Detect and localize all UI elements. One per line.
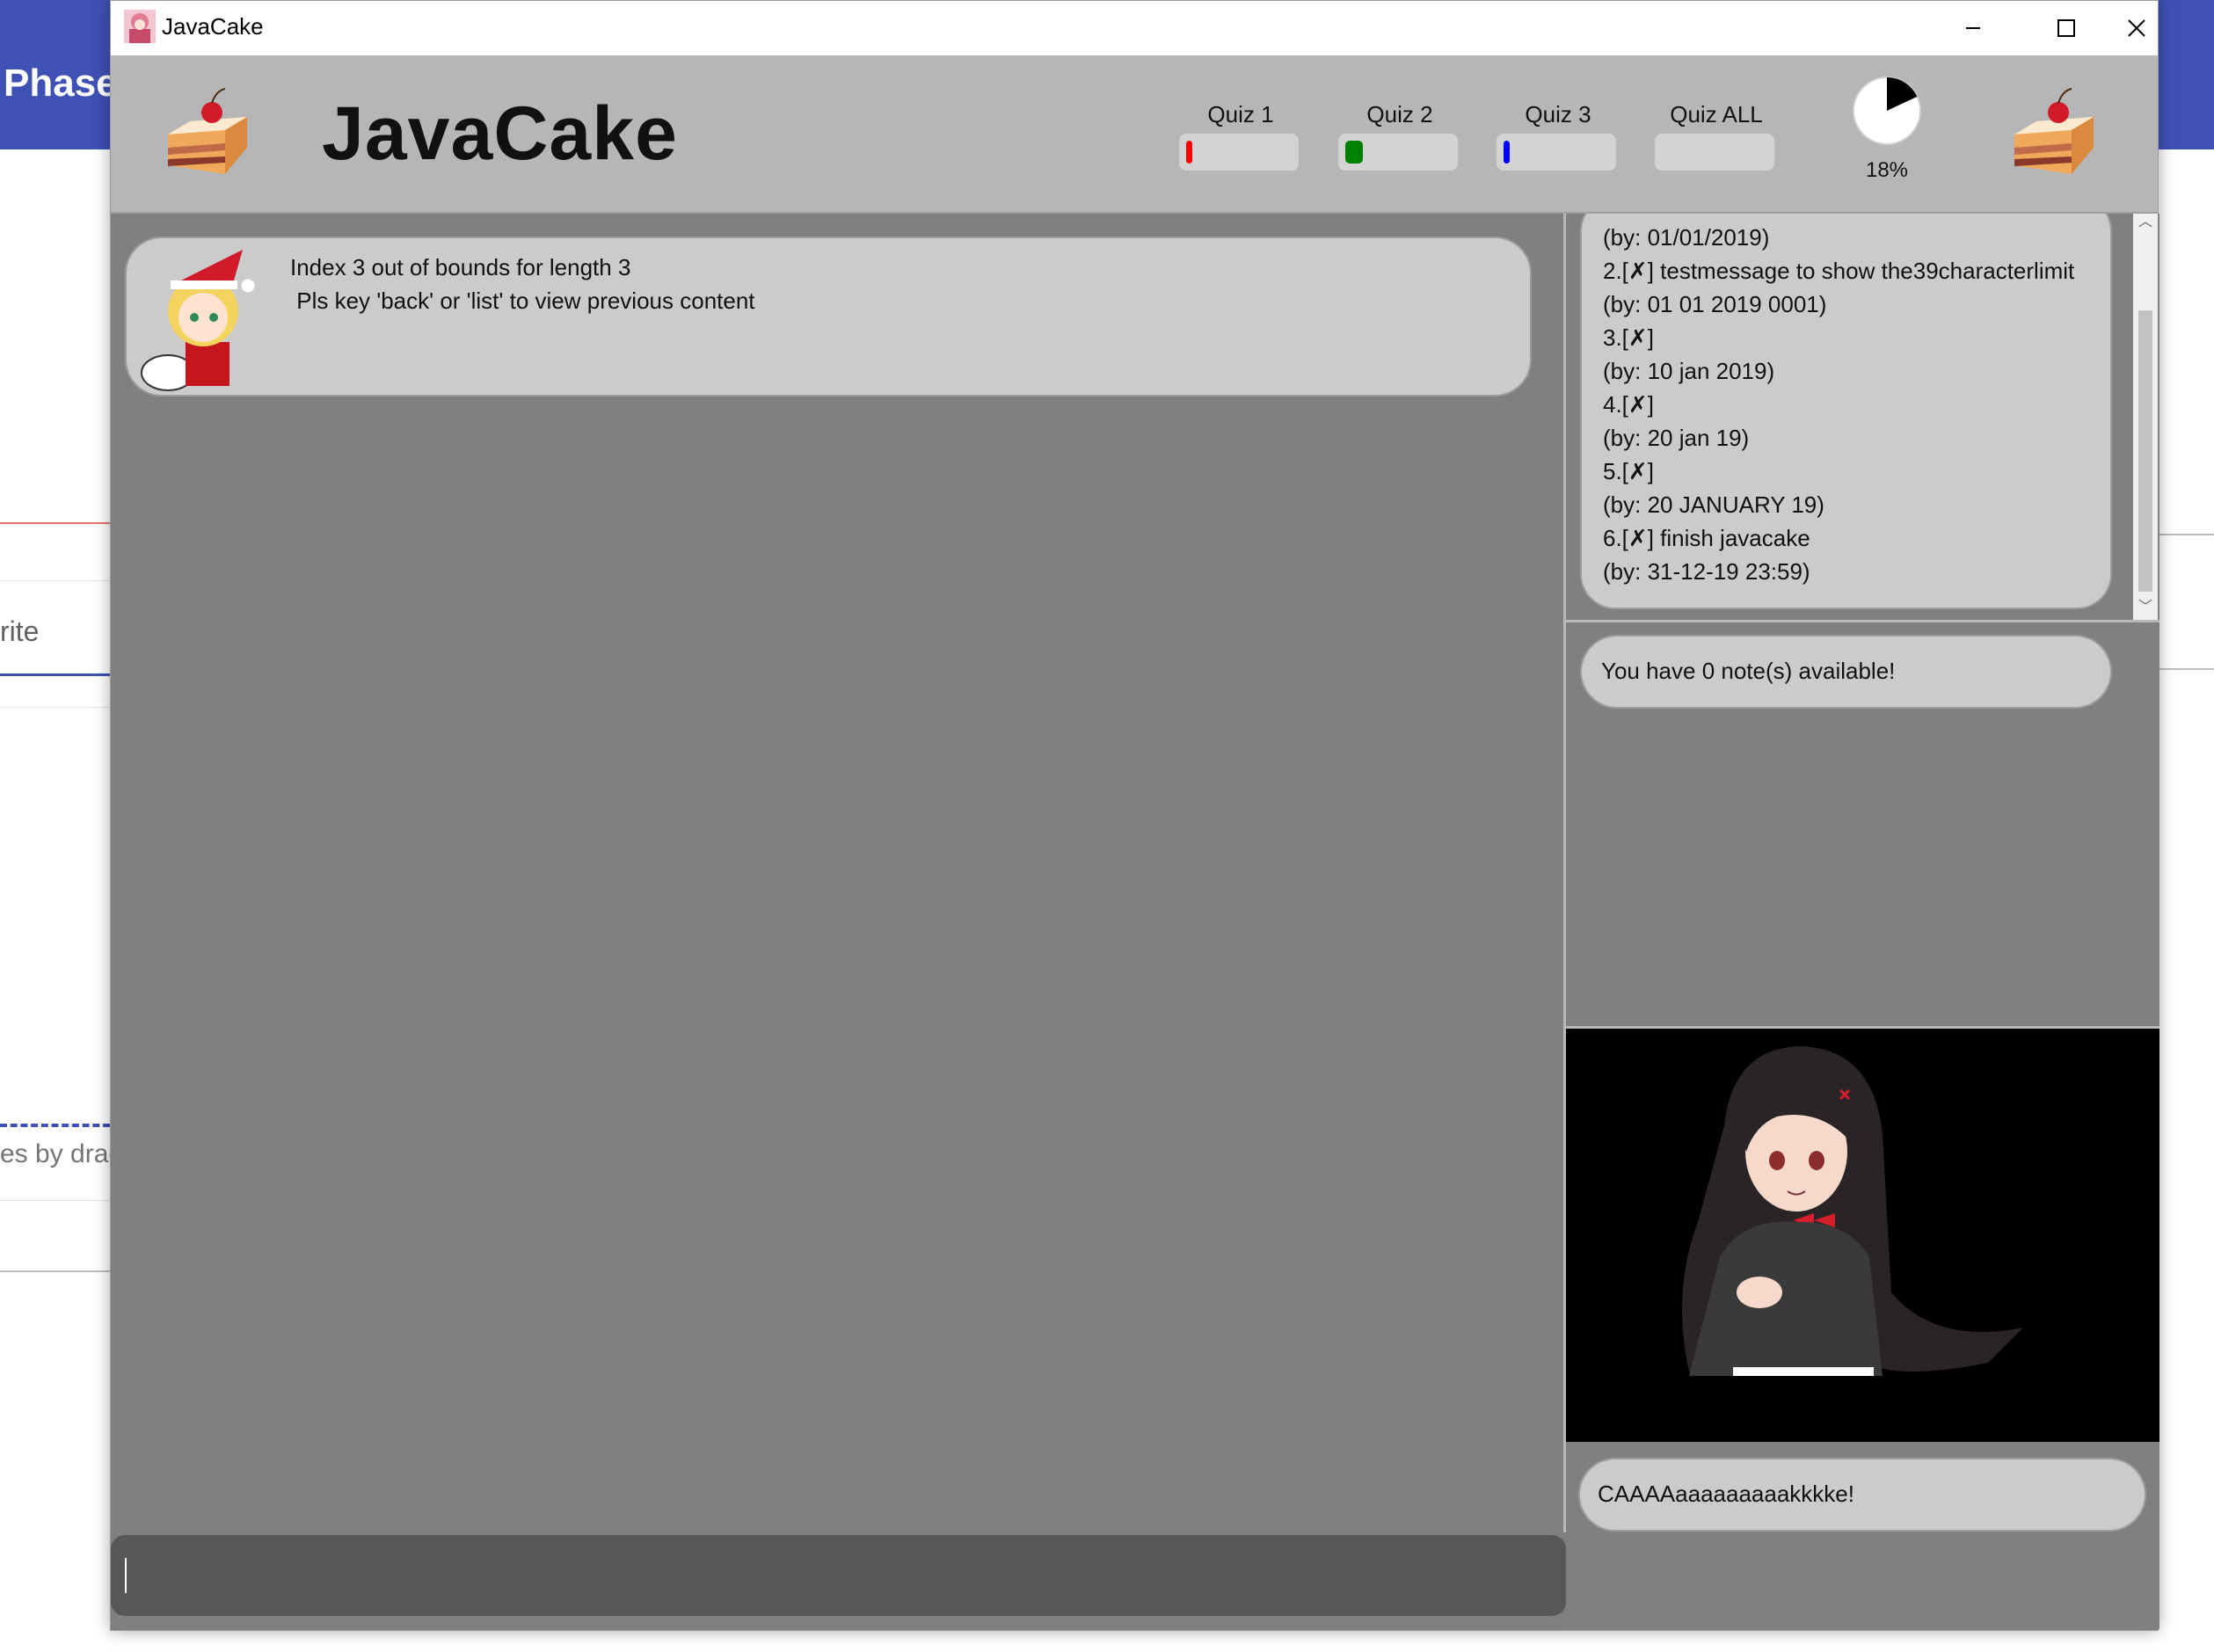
deadline-list-pane[interactable]: (by: 01/01/2019) 2.[✗] testmessage to sh… xyxy=(1566,214,2159,622)
deadline-line: 5.[✗] xyxy=(1603,458,1654,484)
close-button[interactable] xyxy=(2113,1,2159,55)
notes-pane[interactable]: You have 0 note(s) available! xyxy=(1566,622,2159,1029)
progress-pie-chart xyxy=(1853,76,1921,145)
cake-logo-icon xyxy=(2014,88,2094,174)
title-bar[interactable]: JavaCake xyxy=(111,1,2158,55)
notes-message: You have 0 note(s) available! xyxy=(1601,658,1896,684)
scroll-down-icon[interactable]: ﹀ xyxy=(2138,600,2152,615)
character-speech-bubble: CAAAAaaaaaaaaakkkke! xyxy=(1578,1458,2146,1532)
deadline-line: (by: 10 jan 2019) xyxy=(1603,358,1775,384)
deadline-line: (by: 31-12-19 23:59) xyxy=(1603,558,1810,585)
javacake-window: JavaCake JavaCake Quiz 1 Quiz 2 Quiz 3 Q… xyxy=(110,0,2159,1631)
deadline-list-bubble: (by: 01/01/2019) 2.[✗] testmessage to sh… xyxy=(1580,214,2112,609)
quiz-2-bar xyxy=(1338,134,1458,171)
close-icon xyxy=(2127,19,2145,37)
overall-progress: 18% xyxy=(1847,71,1926,183)
background-app-header-right xyxy=(2159,0,2214,149)
background-divider xyxy=(2159,534,2214,535)
cake-logo-icon xyxy=(168,88,247,174)
bot-avatar-icon xyxy=(141,250,256,391)
minimize-button[interactable] xyxy=(1926,1,2020,55)
quiz-1-progress[interactable]: Quiz 1 xyxy=(1179,101,1302,171)
character-avatar-image xyxy=(1682,1046,2023,1376)
background-dropzone-border xyxy=(0,1124,110,1127)
overall-progress-label: 18% xyxy=(1865,158,1909,182)
window-title: JavaCake xyxy=(162,13,264,40)
deadline-line: 2.[✗] testmessage to show the39character… xyxy=(1603,258,2075,284)
background-dropzone-text: es by drag xyxy=(0,1139,110,1168)
character-display xyxy=(1566,1029,2159,1442)
character-speech-text: CAAAAaaaaaaaaakkkke! xyxy=(1598,1481,1854,1507)
quiz-3-fill xyxy=(1504,141,1510,164)
app-brand-title: JavaCake xyxy=(322,91,678,176)
background-tab-indicator xyxy=(0,673,110,676)
quiz-1-bar xyxy=(1179,134,1299,171)
quiz-3-bar xyxy=(1497,134,1616,171)
deadline-line: (by: 01/01/2019) xyxy=(1603,224,1770,251)
quiz-3-label: Quiz 3 xyxy=(1525,101,1591,127)
command-input[interactable] xyxy=(111,1535,1566,1616)
minimize-icon xyxy=(1966,27,1980,29)
app-icon xyxy=(124,10,156,43)
quiz-3-progress[interactable]: Quiz 3 xyxy=(1497,101,1620,171)
scroll-up-icon[interactable]: ︿ xyxy=(2138,215,2152,229)
quiz-1-label: Quiz 1 xyxy=(1207,101,1274,127)
dialog-message-line: Index 3 out of bounds for length 3 xyxy=(290,254,631,280)
background-divider xyxy=(2159,668,2214,670)
app-header: JavaCake Quiz 1 Quiz 2 Quiz 3 Quiz ALL 1… xyxy=(111,55,2158,214)
quiz-all-bar xyxy=(1655,134,1774,171)
quiz-2-progress[interactable]: Quiz 2 xyxy=(1338,101,1461,171)
quiz-all-progress[interactable]: Quiz ALL xyxy=(1655,101,1778,171)
background-divider xyxy=(0,1200,110,1201)
text-caret xyxy=(125,1558,127,1593)
deadline-line: (by: 20 jan 19) xyxy=(1603,425,1750,451)
quiz-2-label: Quiz 2 xyxy=(1366,101,1433,127)
quiz-1-fill xyxy=(1186,141,1192,164)
deadline-line: (by: 01 01 2019 0001) xyxy=(1603,291,1827,317)
maximize-icon xyxy=(2057,19,2075,37)
dialog-message-line: Pls key 'back' or 'list' to view previou… xyxy=(290,287,755,314)
quiz-2-fill xyxy=(1345,141,1363,164)
background-divider xyxy=(0,580,110,581)
scrollbar-thumb[interactable] xyxy=(2138,310,2152,592)
notes-bubble: You have 0 note(s) available! xyxy=(1580,635,2112,709)
deadline-line: 4.[✗] xyxy=(1603,391,1654,418)
deadline-line: 6.[✗] finish javacake xyxy=(1603,525,1810,551)
deadline-scrollbar[interactable]: ︿ ﹀ xyxy=(2133,214,2158,620)
background-divider xyxy=(0,707,110,708)
maximize-button[interactable] xyxy=(2020,1,2113,55)
background-app-title: Phase xyxy=(4,62,118,105)
character-speech-pane: CAAAAaaaaaaaaakkkke! xyxy=(1566,1442,2159,1629)
dialog-message: Index 3 out of bounds for length 3 Pls k… xyxy=(125,237,1532,397)
deadline-line: 3.[✗] xyxy=(1603,324,1654,351)
background-divider xyxy=(0,1270,110,1272)
deadline-line: (by: 20 JANUARY 19) xyxy=(1603,491,1824,518)
background-divider xyxy=(0,522,110,524)
background-tab-label: rite xyxy=(0,615,40,647)
quiz-all-label: Quiz ALL xyxy=(1670,101,1763,127)
dialog-pane[interactable]: Index 3 out of bounds for length 3 Pls k… xyxy=(111,214,1566,1532)
